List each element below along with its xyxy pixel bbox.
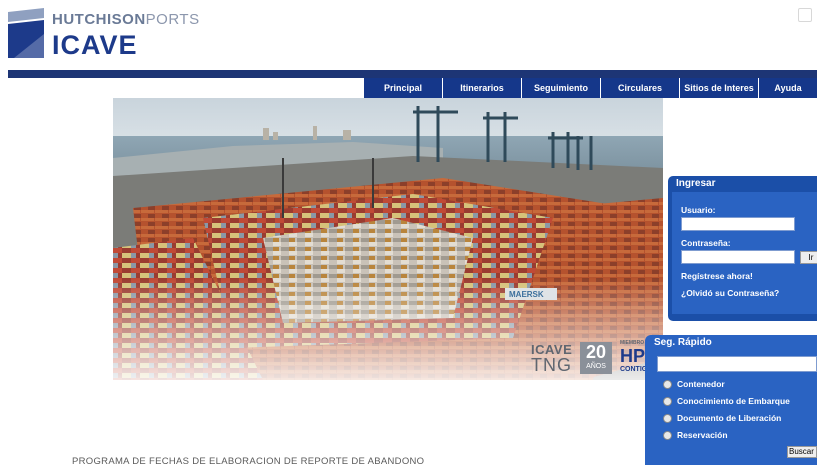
port-hero-image: MAERSK ICAVE TNG 20 AÑOS MIEMBRO HPH CON… <box>113 98 663 380</box>
nav-principal[interactable]: Principal <box>363 78 442 98</box>
radio-label-conocimiento: Conocimiento de Embarque <box>677 396 790 406</box>
header-band <box>8 70 817 78</box>
login-panel: Ingresar Usuario: Contraseña: Ir Regístr… <box>668 176 817 321</box>
nav-itinerarios[interactable]: Itinerarios <box>442 78 521 98</box>
radio-contenedor[interactable]: Contenedor <box>663 378 725 390</box>
port-aerial-photo: MAERSK <box>113 98 663 380</box>
radio-label-contenedor: Contenedor <box>677 379 725 389</box>
login-submit-button[interactable]: Ir <box>800 251 817 264</box>
radio-icon[interactable] <box>663 396 672 406</box>
brand-hutchison-text: HUTCHISON <box>52 11 146 28</box>
logo-mark-icon <box>8 8 44 58</box>
search-button[interactable]: Buscar <box>787 446 817 458</box>
hutchison-ports-icave-logo[interactable]: HUTCHISONPORTS ICAVE <box>8 8 208 62</box>
nav-circulares[interactable]: Circulares <box>600 78 679 98</box>
quick-search-title: Seg. Rápido <box>654 337 712 348</box>
login-title: Ingresar <box>676 178 716 189</box>
brand-ports-text: PORTS <box>145 11 200 28</box>
register-link[interactable]: Regístrese ahora! <box>681 271 753 281</box>
radio-documento-de-liberacion[interactable]: Documento de Liberación <box>663 412 781 424</box>
anniversary-label: AÑOS <box>586 363 606 370</box>
password-input[interactable] <box>681 250 795 264</box>
radio-label-documento: Documento de Liberación <box>677 413 782 423</box>
radio-icon[interactable] <box>663 413 672 423</box>
20-anos-badge: 20 AÑOS <box>580 342 612 374</box>
username-input[interactable] <box>681 217 795 231</box>
forgot-password-link[interactable]: ¿Olvidó su Contraseña? <box>681 288 779 298</box>
radio-conocimiento-de-embarque[interactable]: Conocimiento de Embarque <box>663 395 790 407</box>
anniversary-number: 20 <box>585 342 607 362</box>
radio-icon[interactable] <box>663 430 672 440</box>
password-label: Contraseña: <box>681 238 731 248</box>
brand-icave-text: ICAVE <box>52 30 138 60</box>
radio-reservacion[interactable]: Reservación <box>663 429 728 441</box>
abandono-report-schedule-link[interactable]: PROGRAMA DE FECHAS DE ELABORACION DE REP… <box>72 456 424 465</box>
nav-sitios-de-interes[interactable]: Sitios de Interes <box>679 78 758 98</box>
login-body: Usuario: Contraseña: Ir Regístrese ahora… <box>672 192 817 314</box>
maersk-container-text: MAERSK <box>509 290 544 299</box>
radio-icon[interactable] <box>663 379 672 389</box>
brand-hutchison-ports: HUTCHISONPORTS <box>52 11 200 28</box>
nav-ayuda[interactable]: Ayuda <box>758 78 817 98</box>
nav-seguimiento[interactable]: Seguimiento <box>521 78 600 98</box>
corner-box-icon <box>798 8 812 22</box>
main-nav: Principal Itinerarios Seguimiento Circul… <box>363 78 817 98</box>
username-label: Usuario: <box>681 205 716 215</box>
radio-label-reservacion: Reservación <box>677 430 728 440</box>
quick-search-input[interactable] <box>657 356 817 372</box>
icave-tng-logo-tng: TNG <box>531 355 572 375</box>
